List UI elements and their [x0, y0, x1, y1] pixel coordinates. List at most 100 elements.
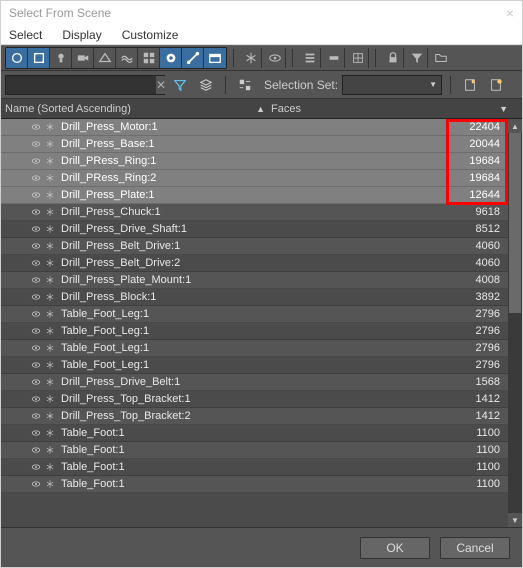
scroll-down-icon[interactable]: ▼: [508, 513, 522, 527]
freeze-icon[interactable]: [43, 411, 57, 421]
freeze-icon[interactable]: [43, 122, 57, 132]
visibility-icon[interactable]: [29, 411, 43, 421]
visibility-icon[interactable]: [29, 173, 43, 183]
expand-all-icon[interactable]: [299, 48, 321, 68]
table-row[interactable]: Table_Foot:11100: [1, 459, 508, 476]
folder-icon[interactable]: [430, 48, 452, 68]
visibility-icon[interactable]: [29, 258, 43, 268]
table-row[interactable]: Drill_Press_Top_Bracket:21412: [1, 408, 508, 425]
freeze-icon[interactable]: [43, 377, 57, 387]
freeze-icon[interactable]: [43, 207, 57, 217]
table-row[interactable]: Table_Foot:11100: [1, 442, 508, 459]
freeze-icon[interactable]: [43, 292, 57, 302]
selection-set-dropdown[interactable]: ▼: [342, 75, 442, 95]
table-row[interactable]: Drill_Press_Motor:122404: [1, 119, 508, 136]
table-row[interactable]: Table_Foot_Leg:12796: [1, 306, 508, 323]
view-filter-icon[interactable]: [169, 75, 191, 95]
freeze-icon[interactable]: [43, 139, 57, 149]
visibility-icon[interactable]: [29, 479, 43, 489]
freeze-toggle-icon[interactable]: [240, 48, 262, 68]
table-row[interactable]: Drill_Press_Top_Bracket:11412: [1, 391, 508, 408]
vertical-scrollbar[interactable]: ▲ ▼: [508, 119, 522, 527]
table-row[interactable]: Drill_Press_Plate:112644: [1, 187, 508, 204]
freeze-icon[interactable]: [43, 173, 57, 183]
layers-icon[interactable]: [195, 75, 217, 95]
table-row[interactable]: Drill_Press_Drive_Shaft:18512: [1, 221, 508, 238]
display-geometry-icon[interactable]: [28, 48, 50, 68]
freeze-icon[interactable]: [43, 309, 57, 319]
freeze-icon[interactable]: [43, 156, 57, 166]
menu-customize[interactable]: Customize: [122, 28, 179, 42]
display-xrefs-icon[interactable]: [160, 48, 182, 68]
table-row[interactable]: Table_Foot_Leg:12796: [1, 357, 508, 374]
freeze-icon[interactable]: [43, 275, 57, 285]
visibility-icon[interactable]: [29, 377, 43, 387]
freeze-icon[interactable]: [43, 241, 57, 251]
table-row[interactable]: Drill_Press_Drive_Belt:11568: [1, 374, 508, 391]
table-row[interactable]: Drill_Press_Plate_Mount:14008: [1, 272, 508, 289]
cancel-button[interactable]: Cancel: [440, 537, 510, 559]
table-row[interactable]: Table_Foot:11100: [1, 425, 508, 442]
display-bones-icon[interactable]: [182, 48, 204, 68]
freeze-icon[interactable]: [43, 462, 57, 472]
visibility-icon[interactable]: [29, 343, 43, 353]
table-row[interactable]: Table_Foot_Leg:12796: [1, 340, 508, 357]
freeze-icon[interactable]: [43, 343, 57, 353]
freeze-icon[interactable]: [43, 428, 57, 438]
visibility-icon[interactable]: [29, 275, 43, 285]
close-icon[interactable]: ×: [506, 5, 514, 21]
table-row[interactable]: Table_Foot_Leg:12796: [1, 323, 508, 340]
visibility-icon[interactable]: [29, 224, 43, 234]
freeze-icon[interactable]: [43, 258, 57, 268]
visibility-icon[interactable]: [29, 326, 43, 336]
visibility-icon[interactable]: [29, 190, 43, 200]
column-faces-header[interactable]: Faces: [271, 103, 496, 115]
visibility-icon[interactable]: [29, 207, 43, 217]
display-cameras-icon[interactable]: [72, 48, 94, 68]
freeze-icon[interactable]: [43, 360, 57, 370]
table-row[interactable]: Drill_PRess_Ring:119684: [1, 153, 508, 170]
freeze-icon[interactable]: [43, 479, 57, 489]
freeze-icon[interactable]: [43, 190, 57, 200]
toggle-children-icon[interactable]: [347, 48, 369, 68]
table-row[interactable]: Drill_Press_Belt_Drive:24060: [1, 255, 508, 272]
visibility-icon[interactable]: [29, 241, 43, 251]
table-row[interactable]: Drill_PRess_Ring:219684: [1, 170, 508, 187]
table-row[interactable]: Drill_Press_Base:120044: [1, 136, 508, 153]
freeze-icon[interactable]: [43, 224, 57, 234]
clear-search-icon[interactable]: ✕: [156, 76, 166, 94]
visibility-icon[interactable]: [29, 122, 43, 132]
column-menu-icon[interactable]: ▼: [496, 104, 508, 114]
scrollbar-thumb[interactable]: [509, 133, 521, 313]
visibility-icon[interactable]: [29, 156, 43, 166]
display-all-icon[interactable]: [6, 48, 28, 68]
visibility-icon[interactable]: [29, 139, 43, 149]
visibility-icon[interactable]: [29, 428, 43, 438]
display-containers-icon[interactable]: [204, 48, 226, 68]
lock-icon[interactable]: [382, 48, 404, 68]
display-helpers-icon[interactable]: [94, 48, 116, 68]
scroll-up-icon[interactable]: ▲: [508, 119, 522, 133]
visibility-icon[interactable]: [29, 360, 43, 370]
table-row[interactable]: Table_Foot:11100: [1, 476, 508, 493]
collapse-all-icon[interactable]: [323, 48, 345, 68]
table-row[interactable]: Drill_Press_Belt_Drive:14060: [1, 238, 508, 255]
table-row[interactable]: Drill_Press_Block:13892: [1, 289, 508, 306]
table-row[interactable]: Drill_Press_Chuck:19618: [1, 204, 508, 221]
display-groups-icon[interactable]: [138, 48, 160, 68]
ok-button[interactable]: OK: [360, 537, 430, 559]
selset-save-icon[interactable]: [459, 75, 481, 95]
freeze-icon[interactable]: [43, 394, 57, 404]
display-spacewarps-icon[interactable]: [116, 48, 138, 68]
hidden-toggle-icon[interactable]: [264, 48, 286, 68]
search-input[interactable]: [6, 79, 156, 91]
freeze-icon[interactable]: [43, 445, 57, 455]
selset-new-icon[interactable]: [485, 75, 507, 95]
visibility-icon[interactable]: [29, 445, 43, 455]
visibility-icon[interactable]: [29, 309, 43, 319]
column-name-header[interactable]: Name (Sorted Ascending) ▲: [1, 103, 271, 115]
freeze-icon[interactable]: [43, 326, 57, 336]
visibility-icon[interactable]: [29, 394, 43, 404]
visibility-icon[interactable]: [29, 462, 43, 472]
menu-display[interactable]: Display: [62, 28, 101, 42]
